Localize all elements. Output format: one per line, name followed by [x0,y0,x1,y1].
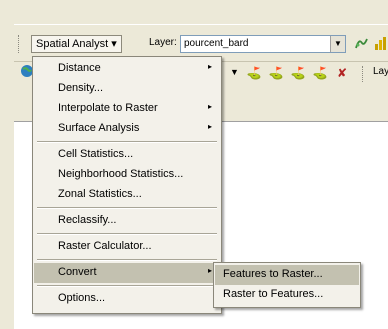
toolbar-grip[interactable] [362,66,365,82]
submenu-item-raster-to-features[interactable]: Raster to Features... [215,285,359,305]
menu-item-label: Convert [58,266,97,278]
submenu-item-features-to-raster[interactable]: Features to Raster... [215,265,359,285]
menu-item-label: Interpolate to Raster [58,102,158,114]
menu-item-options[interactable]: Options... [34,289,220,309]
menu-item-label: Raster Calculator... [58,240,152,252]
edit-tool-icon-3[interactable]: ⛳ [289,64,307,82]
menu-item-raster-calculator[interactable]: Raster Calculator... [34,237,220,257]
menu-item-cell-statistics[interactable]: Cell Statistics... [34,145,220,165]
spatial-analyst-label: Spatial Analyst ▾ [36,38,117,50]
menu-separator [37,233,217,235]
edit-tool-icon-2[interactable]: ⛳ [267,64,285,82]
menu-item-neighborhood-statistics[interactable]: Neighborhood Statistics... [34,165,220,185]
menu-item-label: Surface Analysis [58,122,140,134]
menu-item-interpolate-to-raster[interactable]: Interpolate to Raster ▸ [34,99,220,119]
menu-item-distance[interactable]: Distance ▸ [34,59,220,79]
convert-submenu: Features to Raster... Raster to Features… [213,262,361,308]
layer-partial-label: Lay [373,66,388,77]
delete-edit-icon[interactable]: ✘ [333,64,351,82]
menu-item-convert[interactable]: Convert ▸ [34,263,220,283]
submenu-item-label: Raster to Features... [223,288,324,300]
menu-separator [37,285,217,287]
hillshade-icon[interactable] [352,35,370,53]
submenu-item-label: Features to Raster... [223,268,323,280]
histogram-icon[interactable] [372,35,388,53]
spatial-analyst-menu: Distance ▸ Density... Interpolate to Ras… [32,56,222,314]
tool-dropdown-icon[interactable]: ▼ [230,67,239,77]
menu-item-zonal-statistics[interactable]: Zonal Statistics... [34,185,220,205]
dropdown-arrow-icon[interactable]: ▼ [330,36,345,52]
layer-select[interactable]: pourcent_bard ▼ [180,35,346,53]
menu-item-label: Reclassify... [58,214,117,226]
submenu-arrow-icon: ▸ [207,122,212,131]
top-band [0,0,388,24]
spatial-analyst-menu-button[interactable]: Spatial Analyst ▾ [31,35,122,53]
menu-item-label: Neighborhood Statistics... [58,168,184,180]
menu-item-reclassify[interactable]: Reclassify... [34,211,220,231]
menu-separator [37,207,217,209]
layer-label: Layer: [149,37,177,48]
menu-separator [37,141,217,143]
submenu-arrow-icon: ▸ [207,62,212,71]
menu-item-label: Options... [58,292,106,304]
menu-item-surface-analysis[interactable]: Surface Analysis ▸ [34,119,220,139]
menu-item-density[interactable]: Density... [34,79,220,99]
toolbar-grip[interactable] [18,35,21,53]
layer-select-value: pourcent_bard [184,38,249,49]
edit-tool-icon-4[interactable]: ⛳ [311,64,329,82]
window-left-frame [0,0,14,329]
edit-tool-icon-1[interactable]: ⛳ [245,64,263,82]
menu-item-label: Distance [58,62,101,74]
menu-item-label: Zonal Statistics... [58,188,142,200]
menu-item-label: Cell Statistics... [58,148,134,160]
menu-item-label: Density... [58,82,104,94]
submenu-arrow-icon: ▸ [207,102,212,111]
submenu-arrow-icon: ▸ [207,266,212,275]
menu-separator [37,259,217,261]
